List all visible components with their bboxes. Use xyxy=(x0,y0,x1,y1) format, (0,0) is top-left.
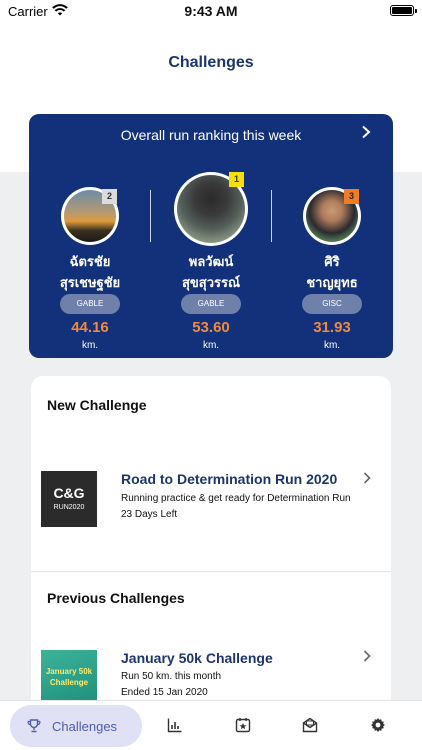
runner-last-name: ชาญยุทธ xyxy=(306,275,358,290)
page-title: Challenges xyxy=(168,54,254,71)
tab-bar: Challenges xyxy=(0,700,422,750)
runner-first-name: พลวัฒน์ xyxy=(188,254,234,269)
chevron-right-icon[interactable] xyxy=(359,125,373,139)
challenges-panel: New Challenge C&G RUN2020 Road to Determ… xyxy=(31,376,391,750)
rank-badge: 1 xyxy=(229,172,244,187)
thumb-logo-text: January 50k xyxy=(45,667,93,676)
section-divider xyxy=(31,571,391,572)
runner-first-name: ฉัตรชัย xyxy=(69,254,111,269)
ranking-title: Overall run ranking this week xyxy=(120,127,302,143)
challenge-title: Road to Determination Run 2020 xyxy=(121,471,338,487)
divider xyxy=(271,190,272,242)
runner-last-name: สุรเชษฐชัย xyxy=(59,275,121,290)
divider xyxy=(150,190,151,242)
team-badge: GISC xyxy=(302,294,362,314)
challenge-thumbnail: C&G RUN2020 xyxy=(41,471,97,527)
challenge-description: Run 50 km. this month xyxy=(121,671,222,682)
trophy-icon xyxy=(27,719,41,733)
thumb-sub-text: RUN2020 xyxy=(53,504,85,511)
tab-challenges-label: Challenges xyxy=(52,719,118,734)
mail-icon[interactable] xyxy=(302,717,318,733)
distance-value: 31.93 xyxy=(313,319,351,336)
distance-value: 44.16 xyxy=(71,319,109,336)
distance-unit: km. xyxy=(323,340,341,351)
weekly-ranking-card[interactable]: Overall run ranking this week 2 ฉัตรชัย … xyxy=(29,114,393,358)
distance-value: 53.60 xyxy=(192,319,230,336)
bar-chart-icon[interactable] xyxy=(167,717,183,733)
status-bar: Carrier 9:43 AM xyxy=(0,0,422,24)
chevron-right-icon[interactable] xyxy=(361,472,373,484)
section-title-new-challenge: New Challenge xyxy=(47,397,147,413)
challenge-thumbnail: January 50k Challenge xyxy=(41,650,97,706)
section-title-previous-challenges: Previous Challenges xyxy=(47,590,185,606)
team-badge: GABLE xyxy=(181,294,241,314)
thumb-logo-text: C&G xyxy=(53,485,85,501)
distance-unit: km. xyxy=(81,340,99,351)
challenge-time-left: 23 Days Left xyxy=(121,509,178,520)
challenge-end-date: Ended 15 Jan 2020 xyxy=(121,687,208,698)
rank-badge: 2 xyxy=(102,189,117,204)
chevron-right-icon[interactable] xyxy=(361,650,373,662)
clock: 9:43 AM xyxy=(184,3,238,19)
battery-icon xyxy=(390,5,417,16)
distance-unit: km. xyxy=(202,340,220,351)
challenge-description: Running practice & get ready for Determi… xyxy=(121,493,351,504)
tab-challenges[interactable]: Challenges xyxy=(10,705,142,747)
gear-icon[interactable] xyxy=(370,717,386,733)
challenge-title: January 50k Challenge xyxy=(121,650,273,666)
rank-badge: 3 xyxy=(344,189,359,204)
header: Challenges xyxy=(0,40,422,90)
team-badge: GABLE xyxy=(60,294,120,314)
runner-first-name: ศิริ xyxy=(324,254,340,269)
runner-last-name: สุขสุวรรณ์ xyxy=(181,275,241,290)
thumb-sub-text: Challenge xyxy=(49,678,89,687)
star-calendar-icon[interactable] xyxy=(235,717,251,733)
